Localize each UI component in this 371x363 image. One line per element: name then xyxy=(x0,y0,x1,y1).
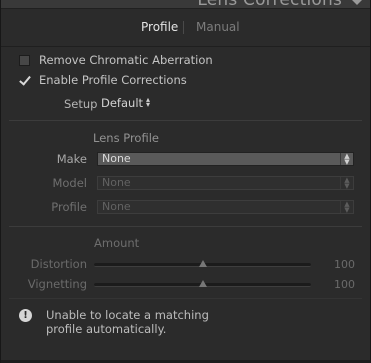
distortion-slider-thumb[interactable] xyxy=(198,260,207,267)
enable-profile-corrections-checkbox[interactable] xyxy=(19,75,30,86)
setup-updown-icon[interactable]: ▴ ▾ xyxy=(146,96,150,109)
model-value: None xyxy=(102,176,131,189)
warning-icon: ! xyxy=(19,309,32,322)
collapse-triangle-icon[interactable] xyxy=(352,0,362,5)
remove-chromatic-aberration-label: Remove Chromatic Aberration xyxy=(39,53,213,67)
lens-corrections-panel: Lens Corrections Profile Manual Remove C… xyxy=(0,0,371,363)
amount-heading: Amount xyxy=(94,236,140,250)
model-select[interactable]: None ▲ ▼ xyxy=(97,176,354,190)
warning-message: Unable to locate a matching profile auto… xyxy=(46,308,246,336)
remove-chromatic-aberration-option[interactable]: Remove Chromatic Aberration xyxy=(19,53,213,67)
profile-label: Profile xyxy=(51,200,87,214)
make-updown-icon: ▲ ▼ xyxy=(340,153,353,166)
lens-profile-heading: Lens Profile xyxy=(93,131,159,145)
warning-line-2: profile automatically. xyxy=(46,322,167,336)
remove-chromatic-aberration-checkbox[interactable] xyxy=(19,54,30,66)
profile-value: None xyxy=(102,200,131,213)
profile-select[interactable]: None ▲ ▼ xyxy=(97,200,354,214)
make-label: Make xyxy=(56,152,87,166)
distortion-label: Distortion xyxy=(30,257,87,271)
enable-profile-corrections-option[interactable]: Enable Profile Corrections xyxy=(19,73,187,87)
setup-label: Setup xyxy=(64,97,98,111)
tab-separator xyxy=(183,21,184,34)
distortion-value[interactable]: 100 xyxy=(325,258,355,271)
panel-header[interactable]: Lens Corrections xyxy=(1,0,370,9)
vignetting-slider[interactable] xyxy=(94,280,311,287)
vignetting-value[interactable]: 100 xyxy=(325,278,355,291)
model-label: Model xyxy=(52,176,87,190)
make-value: None xyxy=(102,152,131,165)
vignetting-label: Vignetting xyxy=(27,277,87,291)
panel-title: Lens Corrections xyxy=(197,0,342,8)
make-select[interactable]: None ▲ ▼ xyxy=(97,152,354,166)
warning-line-1: Unable to locate a matching xyxy=(46,308,209,322)
model-updown-icon: ▲ ▼ xyxy=(340,177,353,190)
enable-profile-corrections-label: Enable Profile Corrections xyxy=(39,73,187,87)
tab-bar: Profile Manual xyxy=(1,9,370,47)
tab-manual[interactable]: Manual xyxy=(196,20,240,34)
tab-profile[interactable]: Profile xyxy=(141,20,178,34)
distortion-slider[interactable] xyxy=(94,260,311,267)
section-divider xyxy=(9,120,362,121)
profile-updown-icon: ▲ ▼ xyxy=(340,201,353,214)
section-divider xyxy=(9,298,362,299)
vignetting-slider-thumb[interactable] xyxy=(198,280,207,287)
setup-dropdown[interactable]: Default xyxy=(101,96,143,110)
section-divider xyxy=(9,226,362,227)
